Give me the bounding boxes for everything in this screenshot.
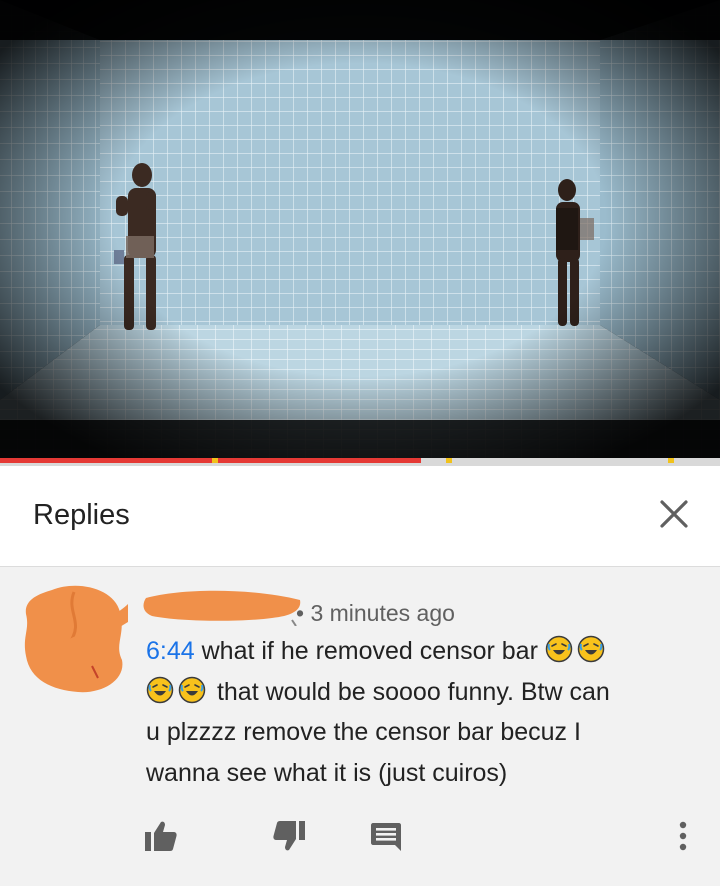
- avatar[interactable]: [22, 582, 128, 697]
- thumbs-up-icon[interactable]: [144, 819, 178, 853]
- laughing-emoji-icon: [545, 635, 573, 663]
- laughing-emoji-icon: [577, 635, 605, 663]
- timestamp-link[interactable]: 6:44: [146, 637, 195, 665]
- comment-line-2: that would be soooo funny. Btw can: [210, 677, 610, 706]
- video-player[interactable]: [0, 0, 720, 458]
- comment-line-3: u plzzzz remove the censor bar becuz I: [146, 718, 581, 746]
- close-icon[interactable]: [658, 498, 690, 530]
- replies-title: Replies: [33, 499, 130, 531]
- progress-played: [0, 458, 422, 463]
- comment-reply-icon[interactable]: [370, 819, 404, 853]
- laughing-emoji-icon: [178, 676, 206, 704]
- comment-actions: [0, 819, 720, 859]
- thumbs-down-icon[interactable]: [272, 819, 306, 853]
- author-name-redacted[interactable]: [142, 586, 304, 626]
- replies-header: Replies: [0, 466, 720, 567]
- video-frame: [0, 0, 720, 458]
- comment-line-1: what if he removed censor bar: [194, 637, 545, 665]
- more-vertical-icon[interactable]: [668, 819, 698, 853]
- laughing-emoji-icon: [146, 676, 174, 704]
- progress-chapter-marker: [446, 458, 452, 463]
- progress-chapter-marker: [668, 458, 674, 463]
- video-progress-bar[interactable]: [0, 458, 720, 466]
- comment-meta: • 3 minutes ago: [296, 600, 455, 626]
- comment-item: • 3 minutes ago 6:44 what if he removed …: [0, 567, 720, 886]
- progress-chapter-marker: [212, 458, 218, 463]
- comment-text: 6:44 what if he removed censor bar that …: [146, 631, 686, 793]
- comment-line-4: wanna see what it is (just cuiros): [146, 758, 508, 787]
